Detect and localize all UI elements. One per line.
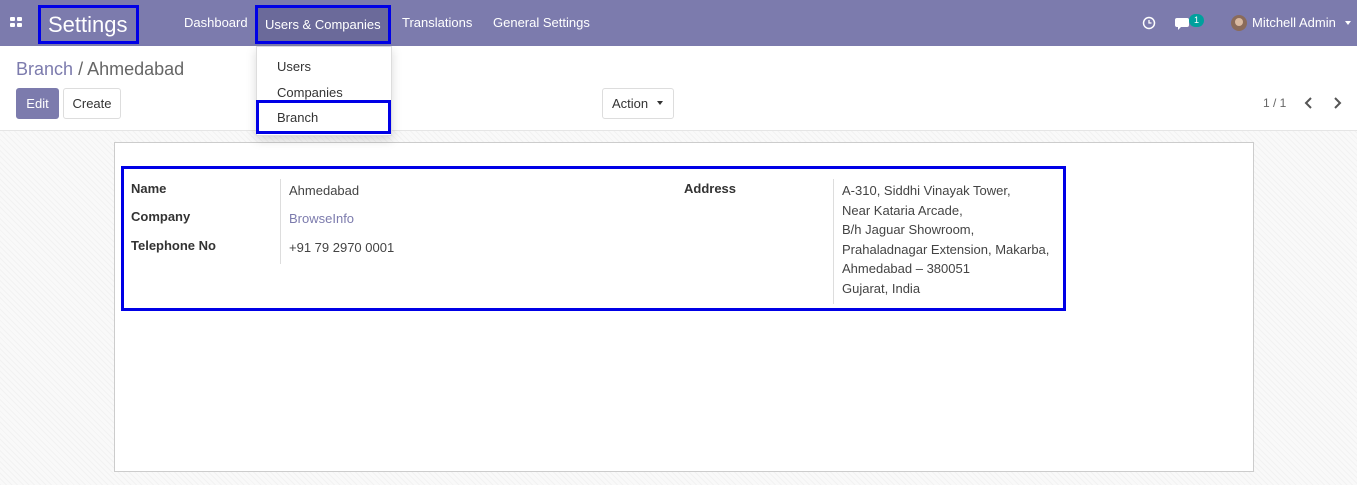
breadcrumb: Branch / Ahmedabad — [16, 59, 184, 80]
menu-general-settings[interactable]: General Settings — [493, 0, 590, 46]
branch-item-highlight — [256, 100, 391, 134]
pager-next-icon[interactable] — [1330, 96, 1344, 110]
apps-menu-icon[interactable] — [10, 17, 22, 28]
dropdown-item-companies[interactable]: Companies — [277, 85, 343, 100]
action-button-label: Action — [612, 96, 649, 111]
action-caret-icon — [657, 101, 663, 105]
action-button[interactable]: Action — [602, 88, 674, 119]
create-button[interactable]: Create — [63, 88, 121, 119]
user-menu-caret-icon — [1345, 21, 1351, 25]
breadcrumb-parent-link[interactable]: Branch — [16, 59, 73, 79]
top-navbar: Settings Dashboard Users & Companies Tra… — [0, 0, 1357, 46]
breadcrumb-current: Ahmedabad — [87, 59, 185, 79]
user-menu-name[interactable]: Mitchell Admin — [1252, 0, 1336, 46]
pager-previous-icon[interactable] — [1302, 96, 1316, 110]
user-avatar[interactable] — [1231, 15, 1247, 31]
edit-button[interactable]: Edit — [16, 88, 59, 119]
breadcrumb-separator: / — [78, 59, 84, 79]
app-title[interactable]: Settings — [38, 5, 139, 44]
form-fields-highlight — [121, 166, 1066, 311]
dropdown-item-users[interactable]: Users — [277, 59, 311, 74]
pager-counter[interactable]: 1 / 1 — [1263, 96, 1286, 110]
message-count-badge: 1 — [1189, 14, 1204, 27]
menu-translations[interactable]: Translations — [402, 0, 472, 46]
activity-clock-icon[interactable] — [1142, 16, 1156, 30]
menu-dashboard[interactable]: Dashboard — [184, 0, 248, 46]
menu-users-companies[interactable]: Users & Companies — [255, 5, 391, 44]
